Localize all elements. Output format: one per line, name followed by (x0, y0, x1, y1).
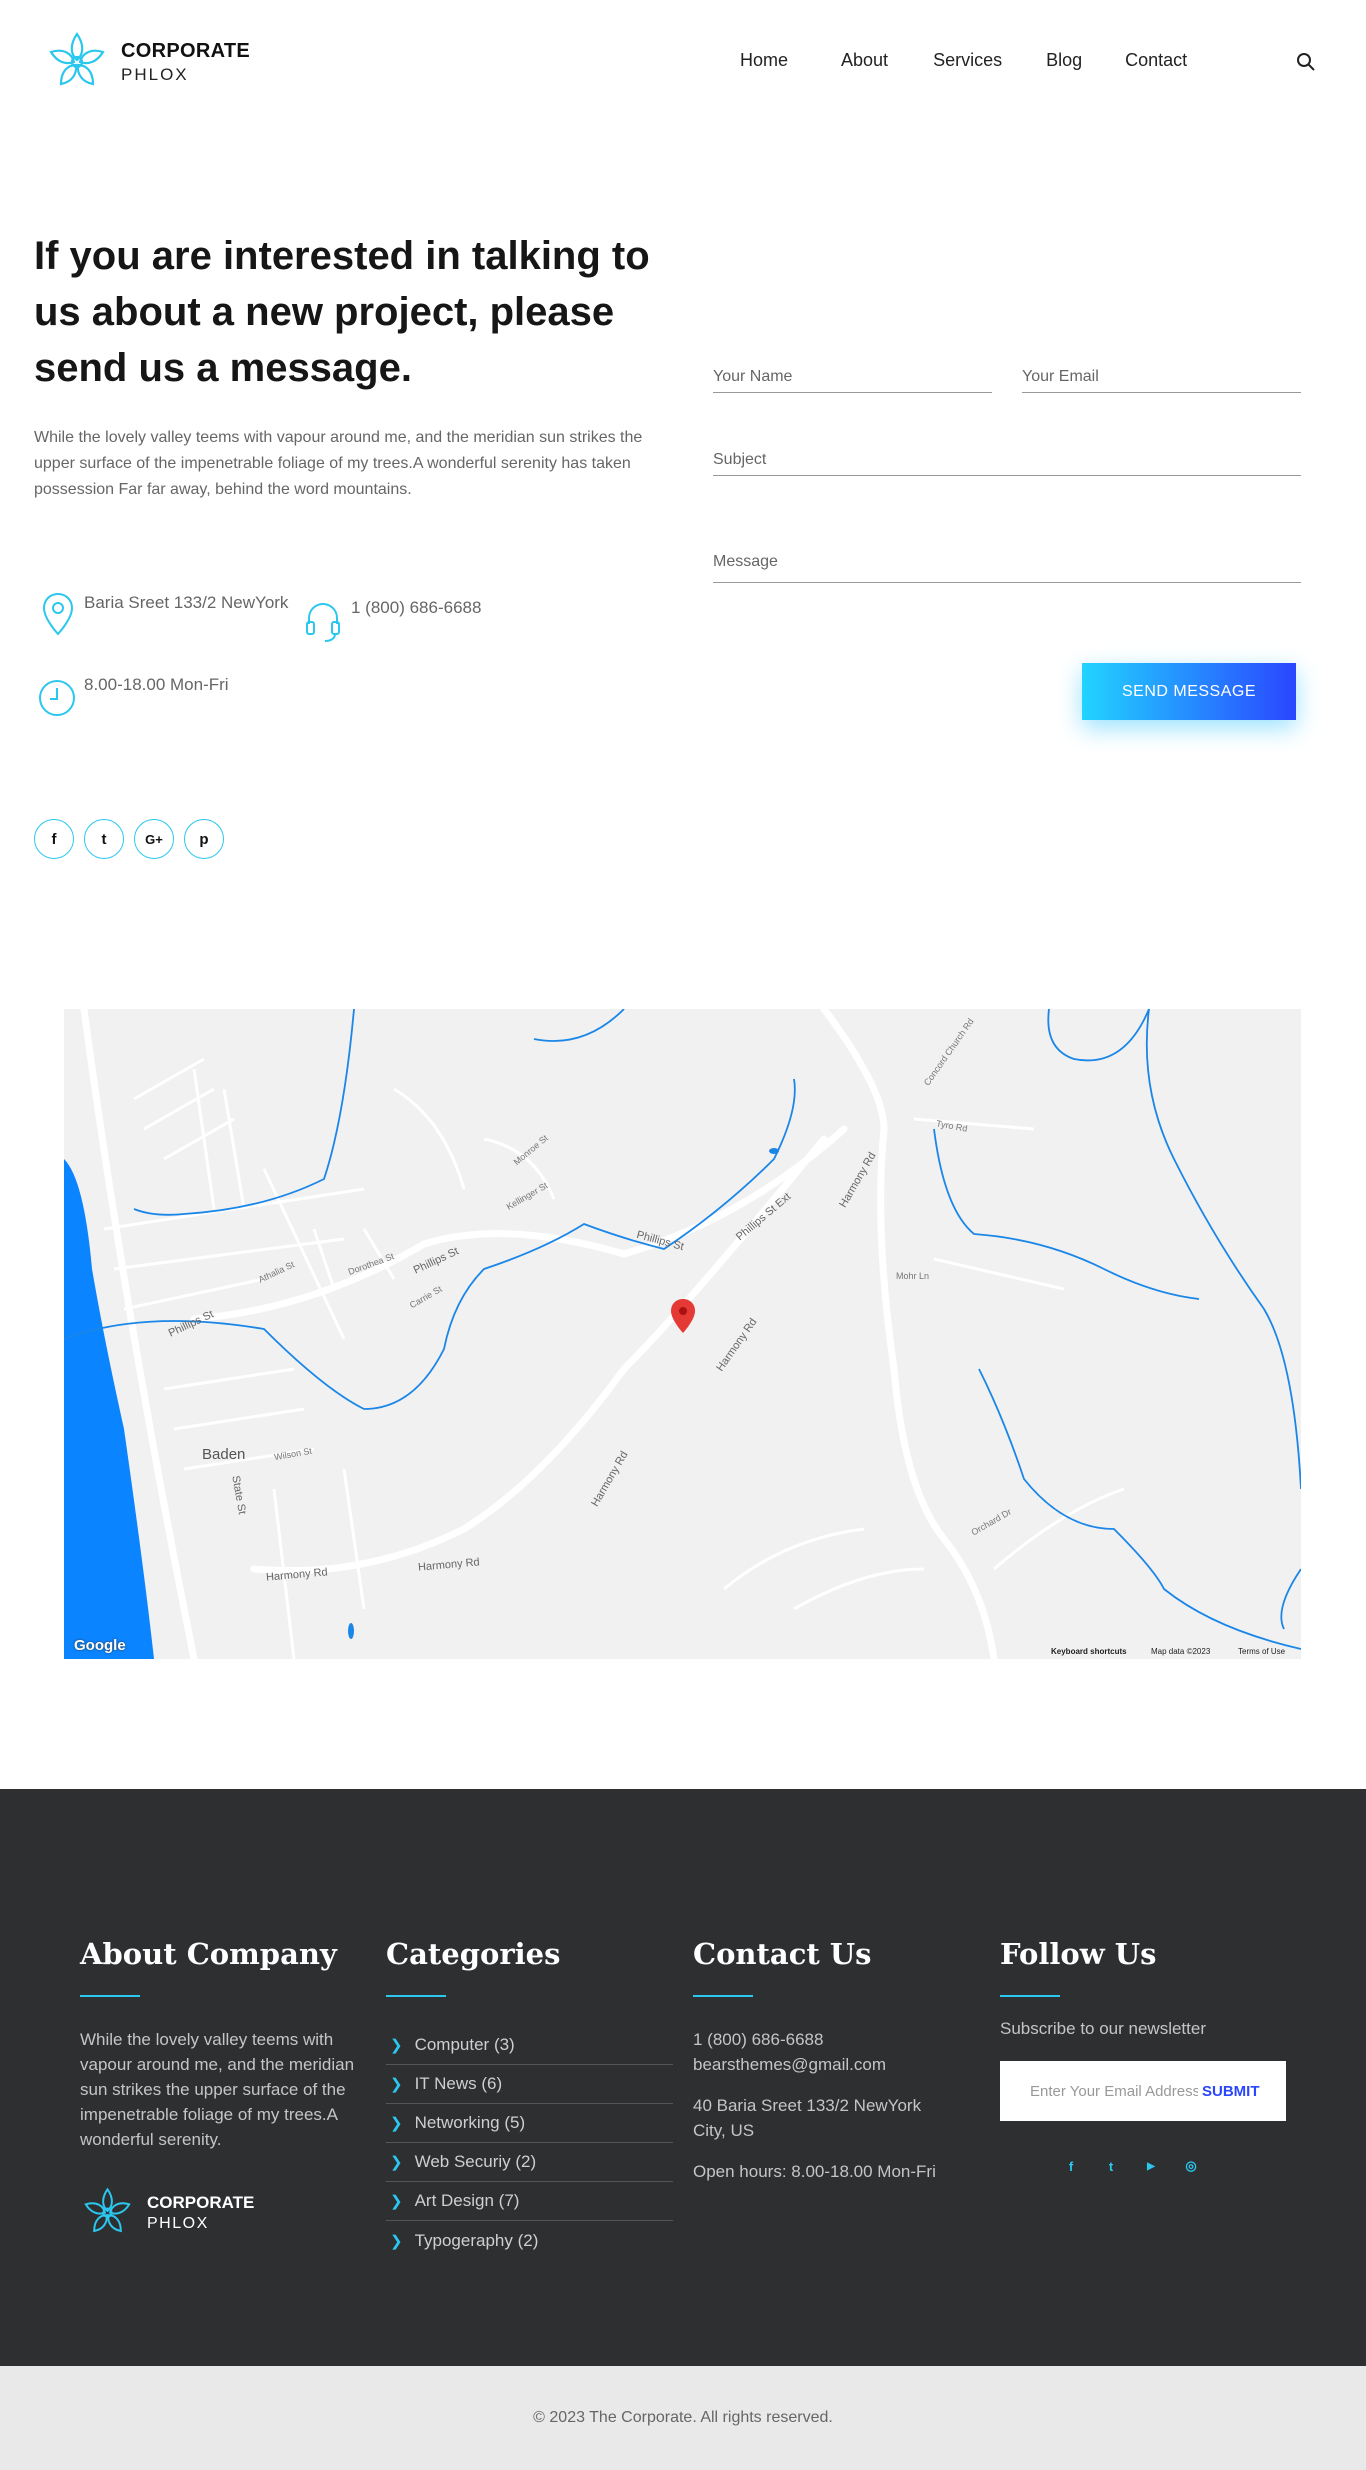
hours-text: 8.00-18.00 Mon-Fri (84, 675, 229, 694)
footer-brand-subname: PHLOX (147, 2215, 209, 2232)
heading-underline (386, 1995, 446, 1997)
about-heading: About Company (80, 1937, 337, 1971)
search-icon[interactable] (1296, 52, 1316, 72)
map-data-text: Map data ©2023 (1151, 1647, 1211, 1656)
map-pin-marker[interactable] (671, 1299, 695, 1333)
brand-name: CORPORATE (121, 40, 250, 62)
heading-underline (1000, 1995, 1060, 1997)
map[interactable]: Baden Phillips St Phillips St Phillips S… (64, 1009, 1301, 1659)
name-field[interactable]: Your Name (713, 368, 992, 393)
contact-heading: Contact Us (693, 1937, 872, 1971)
google-plus-icon[interactable]: G+ (134, 819, 174, 859)
categories-heading: Categories (386, 1937, 561, 1971)
footer-address: 40 Baria Sreet 133/2 NewYork City, US (693, 2096, 922, 2140)
chevron-right-icon: ❯ (390, 2037, 403, 2054)
category-item[interactable]: ❯ Art Design (7) (386, 2182, 673, 2221)
category-item[interactable]: ❯ Web Securiy (2) (386, 2143, 673, 2182)
headset-icon (306, 603, 340, 642)
map-canvas[interactable] (64, 1009, 1301, 1659)
youtube-icon[interactable]: ▶ (1140, 2155, 1162, 2177)
chevron-right-icon: ❯ (390, 2154, 403, 2171)
twitter-icon[interactable]: t (84, 819, 124, 859)
nav-about[interactable]: About (841, 50, 888, 71)
email-field[interactable]: Your Email (1022, 368, 1301, 393)
category-item[interactable]: ❯ Typogeraphy (2) (386, 2221, 673, 2260)
intro-text: While the lovely valley teems with vapou… (34, 429, 643, 498)
newsletter-email-input[interactable]: Enter Your Email Address (1030, 2083, 1198, 2100)
footer-email[interactable]: bearsthemes@gmail.com (693, 2052, 886, 2077)
brand-subname: PHLOX (121, 65, 189, 84)
copyright-text: © 2023 The Corporate. All rights reserve… (533, 2409, 833, 2426)
nav-services[interactable]: Services (933, 50, 1002, 71)
pinterest-icon[interactable]: p (184, 819, 224, 859)
water-body (64, 1159, 154, 1659)
instagram-icon[interactable]: ◎ (1180, 2155, 1202, 2177)
nav-blog[interactable]: Blog (1046, 50, 1082, 71)
clock-icon (39, 680, 75, 716)
google-logo: Google (74, 1637, 126, 1654)
page-title: If you are interested in talking to us a… (34, 234, 650, 390)
pond (769, 1148, 779, 1154)
heading-underline (693, 1995, 753, 1997)
footer-logo-icon[interactable] (80, 2184, 135, 2238)
footer-brand-name: CORPORATE (147, 2193, 255, 2212)
facebook-icon[interactable]: f (34, 819, 74, 859)
about-text: While the lovely valley teems with vapou… (80, 2030, 355, 2149)
follow-heading: Follow Us (1000, 1937, 1157, 1971)
chevron-right-icon: ❯ (390, 2115, 403, 2132)
category-item[interactable]: ❯ IT News (6) (386, 2065, 673, 2104)
copyright-bar: © 2023 The Corporate. All rights reserve… (0, 2366, 1366, 2470)
chevron-right-icon: ❯ (390, 2232, 403, 2250)
nav-home[interactable]: Home (740, 50, 788, 71)
message-field[interactable]: Message (713, 553, 1301, 583)
main-nav: Home About Services Blog Contact (740, 50, 1231, 71)
send-message-button[interactable]: SEND MESSAGE (1082, 663, 1296, 720)
category-item[interactable]: ❯ Networking (5) (386, 2104, 673, 2143)
footer-phone: 1 (800) 686-6688 (693, 2030, 824, 2049)
map-label-street: Mohr Ln (896, 1271, 930, 1281)
address-text: Baria Sreet 133/2 NewYork (84, 593, 289, 612)
newsletter-subtitle: Subscribe to our newsletter (1000, 2019, 1206, 2038)
terms-link[interactable]: Terms of Use (1238, 1647, 1285, 1656)
logo-icon[interactable] (44, 28, 110, 92)
heading-underline (80, 1995, 140, 1997)
nav-contact[interactable]: Contact (1125, 50, 1187, 71)
map-label-baden: Baden (202, 1446, 246, 1463)
keyboard-shortcuts-link[interactable]: Keyboard shortcuts (1051, 1647, 1127, 1656)
category-item[interactable]: ❯ Computer (3) (386, 2026, 673, 2065)
pond (348, 1623, 354, 1639)
location-pin-icon (42, 592, 74, 636)
facebook-icon[interactable]: f (1060, 2155, 1082, 2177)
chevron-right-icon: ❯ (390, 2076, 403, 2093)
footer-hours: Open hours: 8.00-18.00 Mon-Fri (693, 2162, 936, 2181)
newsletter-form: Enter Your Email Address SUBMIT (1000, 2061, 1286, 2121)
newsletter-submit-button[interactable]: SUBMIT (1202, 2083, 1260, 2100)
twitter-icon[interactable]: t (1100, 2155, 1122, 2177)
subject-field[interactable]: Subject (713, 451, 1301, 476)
chevron-right-icon: ❯ (390, 2193, 403, 2210)
phone-text: 1 (800) 686-6688 (351, 598, 482, 617)
